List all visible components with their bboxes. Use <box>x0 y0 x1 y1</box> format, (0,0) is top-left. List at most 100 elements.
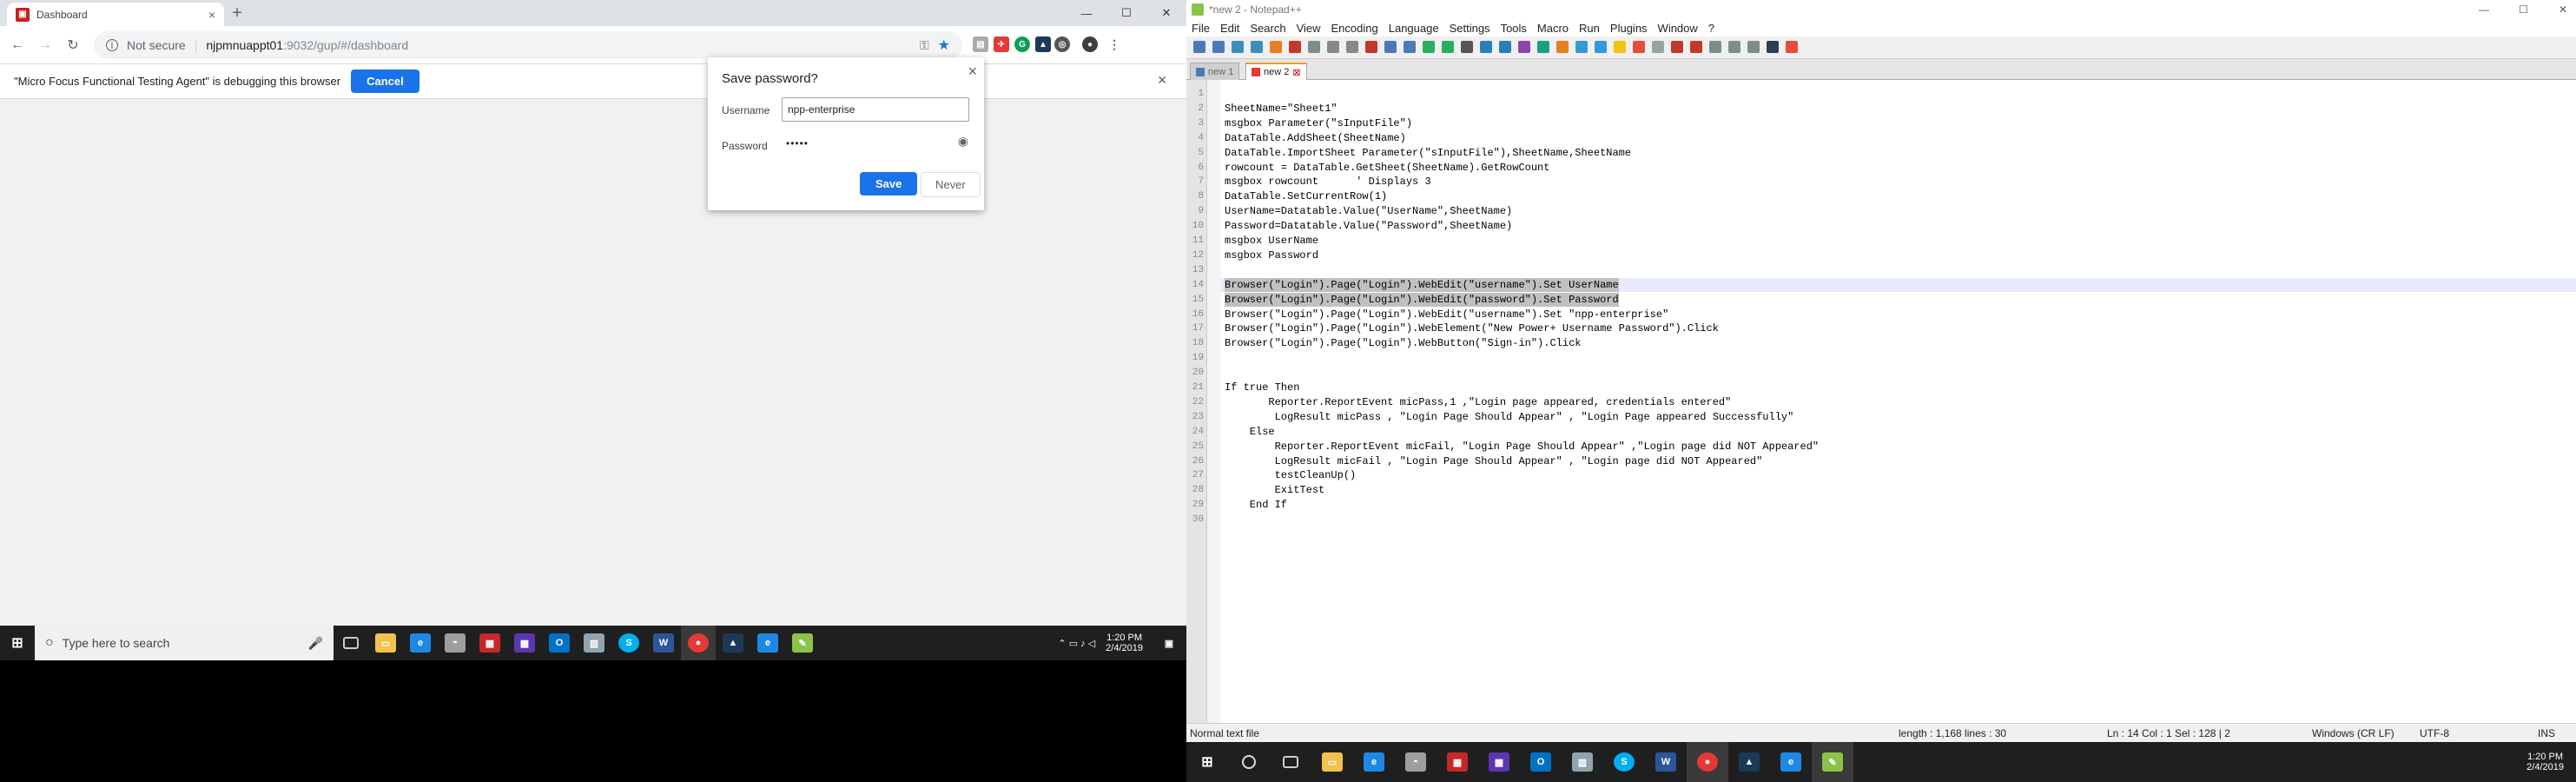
menu-item[interactable]: Language <box>1389 22 1439 35</box>
skype-icon[interactable]: S <box>611 626 646 660</box>
tab-new-1[interactable]: new 1 <box>1190 63 1240 80</box>
clock[interactable]: 1:20 PM 2/4/2019 <box>2526 752 2564 772</box>
code-line[interactable]: Reporter.ReportEvent micFail, "Login Pag… <box>1225 440 1820 454</box>
app-icon[interactable]: ▩ <box>1478 742 1520 782</box>
toolbar-button-icon[interactable] <box>1652 41 1664 53</box>
outlook-icon[interactable]: O <box>542 626 577 660</box>
code-line[interactable]: msgbox Parameter("sInputFile") <box>1225 116 1412 130</box>
ie-icon[interactable]: e <box>1353 742 1395 782</box>
code-line[interactable]: End If <box>1225 498 1287 512</box>
toolbar-button-icon[interactable] <box>1346 41 1358 53</box>
toolbar-button-icon[interactable] <box>1461 41 1473 53</box>
infobar-close-icon[interactable]: ✕ <box>1157 73 1167 88</box>
star-icon[interactable]: ★ <box>938 36 950 54</box>
code-line[interactable]: LogResult micFail , "Login Page Should A… <box>1225 454 1763 468</box>
start-button[interactable]: ⊞ <box>1186 742 1228 782</box>
tab-new-2[interactable]: new 2 ⊠ <box>1245 63 1307 80</box>
toolbar-button-icon[interactable] <box>1575 41 1588 53</box>
menu-item[interactable]: Edit <box>1220 22 1239 35</box>
code-line[interactable]: Reporter.ReportEvent micPass,1 ,"Login p… <box>1225 395 1731 409</box>
new-tab-button[interactable]: + <box>228 4 247 23</box>
menu-item[interactable]: Settings <box>1450 22 1490 35</box>
toolbar-button-icon[interactable] <box>1499 41 1511 53</box>
task-view-icon[interactable] <box>334 626 368 660</box>
maximize-button[interactable]: ☐ <box>1106 0 1146 26</box>
tab-close-icon[interactable]: ⊠ <box>1292 67 1300 78</box>
code-line[interactable]: rowcount = DataTable.GetSheet(SheetName)… <box>1225 161 1549 175</box>
key-icon[interactable]: ⚿ <box>920 38 929 53</box>
extension-icon[interactable]: ▤ <box>973 36 988 52</box>
code-line[interactable]: msgbox UserName <box>1225 234 1318 248</box>
code-line[interactable]: Browser("Login").Page("Login").WebEdit("… <box>1225 308 1668 321</box>
code-line[interactable]: Browser("Login").Page("Login").WebElemen… <box>1225 321 1719 335</box>
menu-item[interactable]: ? <box>1708 22 1714 35</box>
code-line[interactable]: DataTable.ImportSheet Parameter("sInputF… <box>1225 146 1631 160</box>
username-field[interactable]: npp-enterprise <box>782 97 969 122</box>
minimize-button[interactable]: — <box>2479 3 2489 16</box>
code-line[interactable]: Browser("Login").Page("Login").WebButton… <box>1225 336 1581 350</box>
toolbar-button-icon[interactable] <box>1728 41 1740 53</box>
tab-dashboard[interactable]: ▣ Dashboard × <box>7 3 224 26</box>
code-line[interactable]: UserName=Datatable.Value("UserName",Shee… <box>1225 204 1512 218</box>
toolbar-button-icon[interactable] <box>1614 41 1626 53</box>
app-icon[interactable]: ◓ <box>1395 742 1437 782</box>
toolbar-button-icon[interactable] <box>1251 41 1263 53</box>
menu-item[interactable]: View <box>1297 22 1321 35</box>
code-line[interactable]: ExitTest <box>1225 483 1325 497</box>
reload-icon[interactable]: ↻ <box>63 35 83 56</box>
menu-item[interactable]: Run <box>1579 22 1600 35</box>
edge-icon[interactable]: e <box>750 626 785 660</box>
chrome-icon[interactable]: ● <box>1687 742 1728 782</box>
microphone-icon[interactable]: 🎤 <box>308 636 323 651</box>
clock[interactable]: 1:20 PM 2/4/2019 <box>1106 633 1143 653</box>
chrome-icon[interactable]: ● <box>681 626 716 660</box>
outlook-icon[interactable]: O <box>1520 742 1562 782</box>
tab-close-icon[interactable]: × <box>208 8 215 22</box>
toolbar-button-icon[interactable] <box>1480 41 1492 53</box>
file-explorer-icon[interactable]: ▭ <box>368 626 403 660</box>
extension-icon[interactable]: G <box>1014 36 1030 52</box>
toolbar-button-icon[interactable] <box>1786 41 1798 53</box>
dialog-close-icon[interactable]: × <box>968 63 977 81</box>
app-icon[interactable]: ◓ <box>438 626 472 660</box>
notepadpp-icon[interactable]: ✎ <box>785 626 820 660</box>
toolbar-button-icon[interactable] <box>1767 41 1779 53</box>
profile-avatar-icon[interactable]: ● <box>1082 36 1098 52</box>
toolbar-button-icon[interactable] <box>1327 41 1339 53</box>
search-icon[interactable] <box>1228 742 1270 782</box>
code-line[interactable]: Password=Datatable.Value("Password",Shee… <box>1225 219 1512 233</box>
notepad-icon[interactable]: ▥ <box>1562 742 1603 782</box>
word-icon[interactable]: W <box>1645 742 1687 782</box>
uft-icon[interactable]: ▲ <box>716 626 750 660</box>
code-line[interactable]: If true Then <box>1225 381 1299 394</box>
menu-item[interactable]: File <box>1192 22 1210 35</box>
cancel-debug-button[interactable]: Cancel <box>351 70 419 93</box>
app-icon[interactable]: ▦ <box>472 626 507 660</box>
menu-item[interactable]: Encoding <box>1331 22 1378 35</box>
toolbar-button-icon[interactable] <box>1384 41 1397 53</box>
code-line[interactable]: msgbox Password <box>1225 249 1318 262</box>
toolbar-button-icon[interactable] <box>1747 41 1760 53</box>
toolbar-button-icon[interactable] <box>1423 41 1435 53</box>
close-window-button[interactable]: ✕ <box>1146 0 1186 26</box>
toolbar-button-icon[interactable] <box>1671 41 1683 53</box>
code-line[interactable]: Else <box>1225 425 1275 439</box>
maximize-button[interactable]: ☐ <box>2519 3 2528 16</box>
toolbar-button-icon[interactable] <box>1404 41 1416 53</box>
uft-icon[interactable]: ▲ <box>1728 742 1770 782</box>
code-line[interactable]: testCleanUp() <box>1225 468 1357 482</box>
forward-arrow-icon[interactable]: → <box>35 35 56 56</box>
menu-item[interactable]: Search <box>1250 22 1285 35</box>
toolbar-button-icon[interactable] <box>1709 41 1721 53</box>
back-arrow-icon[interactable]: ← <box>7 35 28 56</box>
toolbar-button-icon[interactable] <box>1365 41 1377 53</box>
code-line[interactable]: SheetName="Sheet1" <box>1225 102 1338 116</box>
save-password-button[interactable]: Save <box>860 172 918 196</box>
toolbar-button-icon[interactable] <box>1556 41 1569 53</box>
toolbar-button-icon[interactable] <box>1442 41 1454 53</box>
toolbar-button-icon[interactable] <box>1289 41 1301 53</box>
toolbar-button-icon[interactable] <box>1212 41 1225 53</box>
notepadpp-icon[interactable]: ✎ <box>1812 742 1853 782</box>
extension-icon[interactable]: ▲ <box>1035 36 1051 52</box>
toolbar-button-icon[interactable] <box>1518 41 1530 53</box>
